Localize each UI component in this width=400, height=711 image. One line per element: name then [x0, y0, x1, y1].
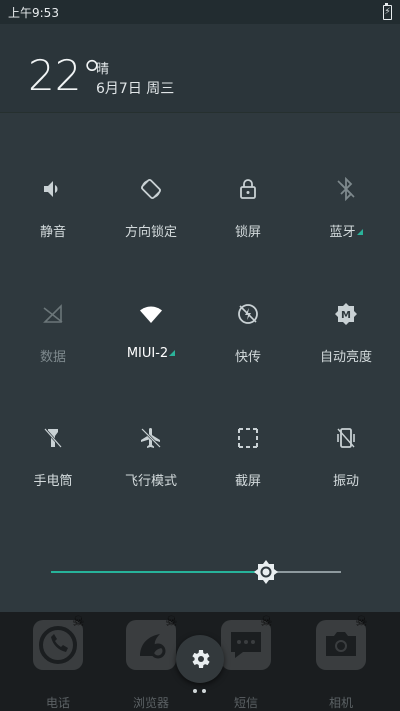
- screen: 上午9:53 ⚡ 22° 晴 6月7日 周三 静音 方向锁定 锁屏 蓝牙 数据 …: [0, 0, 400, 711]
- quick-settings-panel: 静音 方向锁定 锁屏 蓝牙 数据 MIUI-2 快传 M 自动亮度 手电筒 飞行…: [0, 112, 400, 613]
- skull-badge-icon: ☠: [260, 614, 273, 630]
- brightness-thumb[interactable]: [254, 560, 278, 584]
- tile-flashlight[interactable]: 手电筒: [3, 426, 103, 536]
- status-time: 上午9:53: [8, 6, 59, 20]
- tile-label: 锁屏: [234, 225, 261, 240]
- tile-label: 静音: [39, 225, 66, 240]
- lock-icon: [236, 177, 260, 201]
- brightness-slider[interactable]: [51, 560, 341, 584]
- app-camera[interactable]: ☠ 相机: [301, 614, 381, 710]
- status-bar: 上午9:53 ⚡: [0, 0, 400, 24]
- tile-label: 截屏: [234, 474, 261, 489]
- tile-bluetooth[interactable]: 蓝牙: [296, 176, 396, 287]
- volume-icon: [41, 177, 65, 201]
- rotation-lock-icon: [139, 177, 163, 201]
- tile-label-with-arrow: 蓝牙: [296, 221, 396, 240]
- page-dot: [193, 689, 197, 693]
- skull-badge-icon: ☠: [165, 614, 178, 630]
- app-phone[interactable]: ☠ 电话: [18, 614, 98, 710]
- tile-auto-brightness[interactable]: M 自动亮度: [296, 302, 396, 412]
- tile-airplane-mode[interactable]: 飞行模式: [101, 426, 201, 536]
- battery-charging-icon: ⚡: [383, 3, 392, 20]
- tile-label: 自动亮度: [319, 350, 372, 365]
- airplane-icon: [139, 426, 163, 450]
- mobile-data-off-icon: [41, 302, 65, 326]
- temperature: 22°: [28, 51, 103, 100]
- tile-label-with-arrow: MIUI-2: [101, 346, 201, 361]
- flashlight-icon: [41, 426, 65, 450]
- tile-label: 快传: [234, 350, 261, 365]
- tile-rotation-lock[interactable]: 方向锁定: [101, 177, 201, 287]
- settings-button[interactable]: [176, 635, 224, 683]
- vibrate-icon: [334, 426, 358, 450]
- tile-screenshot[interactable]: 截屏: [198, 426, 298, 536]
- auto-brightness-icon: M: [334, 302, 358, 326]
- screenshot-icon: [236, 426, 260, 450]
- skull-badge-icon: ☠: [355, 614, 368, 630]
- gear-icon: [192, 650, 210, 668]
- bluetooth-icon: [334, 176, 358, 202]
- tile-vibrate[interactable]: 振动: [296, 426, 396, 536]
- svg-text:M: M: [341, 310, 351, 321]
- tile-label: 飞行模式: [124, 474, 177, 489]
- page-dot: [202, 689, 206, 693]
- tile-quick-transfer[interactable]: 快传: [198, 302, 298, 412]
- quick-transfer-icon: [236, 302, 260, 326]
- app-label: 短信: [233, 696, 258, 710]
- tile-label: 数据: [39, 350, 66, 365]
- tile-wifi[interactable]: MIUI-2: [101, 302, 201, 412]
- date: 6月7日 周三: [96, 81, 175, 97]
- notification-header[interactable]: 22° 晴 6月7日 周三: [0, 24, 400, 112]
- tile-label: 手电筒: [33, 474, 73, 489]
- brightness-track-fill: [51, 571, 266, 573]
- page-indicator: [193, 689, 207, 695]
- tile-lock-screen[interactable]: 锁屏: [198, 177, 298, 287]
- app-label: 浏览器: [132, 696, 169, 710]
- app-label: 电话: [45, 696, 70, 710]
- app-label: 相机: [328, 696, 353, 710]
- tile-mute[interactable]: 静音: [3, 177, 103, 287]
- wifi-icon: [139, 302, 163, 326]
- tile-label: 方向锁定: [124, 225, 177, 240]
- tile-mobile-data[interactable]: 数据: [3, 302, 103, 412]
- tile-label: 振动: [332, 474, 359, 489]
- weather-condition: 晴: [96, 62, 110, 77]
- skull-badge-icon: ☠: [72, 614, 85, 630]
